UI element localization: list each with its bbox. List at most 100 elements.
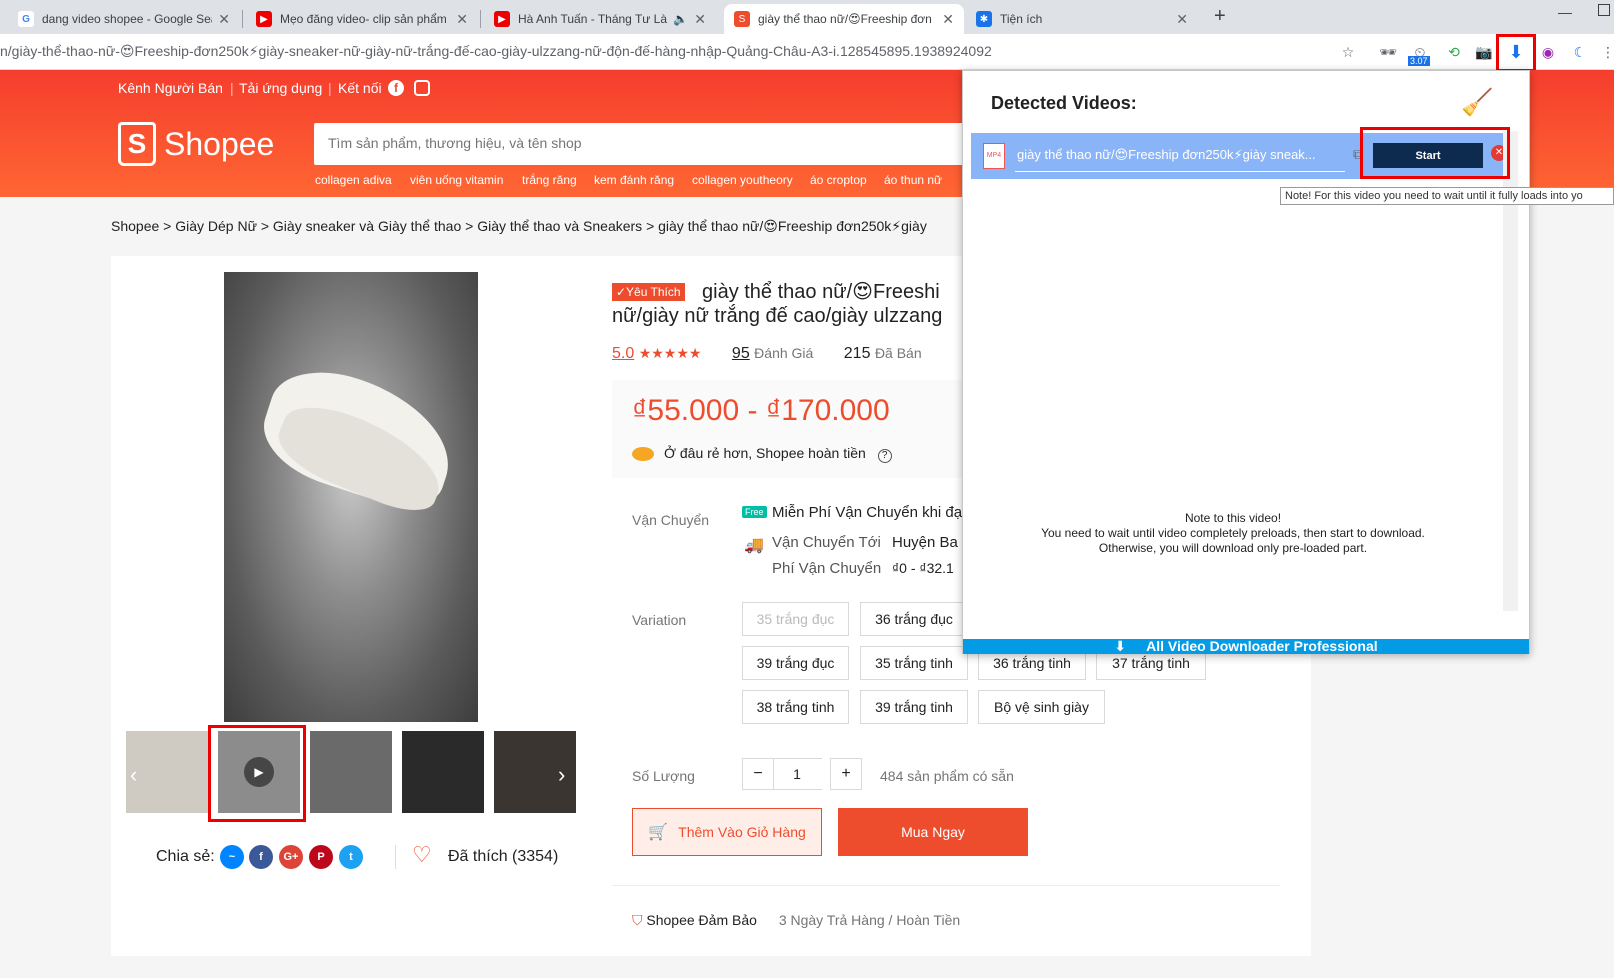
- mp4-file-icon: MP4: [983, 143, 1005, 169]
- logo-text: Shopee: [164, 125, 275, 162]
- video-name: giày thể thao nữ/😍Freeship đơn250k⚡giày …: [1017, 147, 1316, 162]
- download-app-link[interactable]: Tải ứng dụng: [239, 80, 322, 96]
- close-icon[interactable]: ✕: [456, 11, 468, 28]
- green-extension-icon[interactable]: ⟲: [1444, 42, 1464, 62]
- rating-score[interactable]: 5.0: [612, 345, 634, 362]
- guarantee-label: Shopee Đảm Bảo: [646, 912, 757, 928]
- hot-keyword[interactable]: áo croptop: [810, 173, 867, 187]
- moon-extension-icon[interactable]: ☾: [1570, 42, 1590, 62]
- variation-label: Variation: [632, 612, 687, 628]
- tab-title: Mẹo đăng video- clip sản phẩm: [280, 12, 447, 26]
- quantity-decrease-button[interactable]: −: [742, 758, 774, 790]
- product-thumbnail[interactable]: [310, 731, 392, 813]
- note-line: Otherwise, you will download only pre-lo…: [1098, 541, 1368, 555]
- footer-label: All Video Downloader Professional: [1146, 638, 1378, 654]
- quantity-increase-button[interactable]: +: [830, 758, 862, 790]
- quantity-input[interactable]: 1: [772, 758, 822, 790]
- googleplus-icon[interactable]: G+: [279, 845, 303, 869]
- tab-title: dang video shopee - Google Sea: [42, 12, 213, 26]
- refund-text: Ở đâu rẻ hơn, Shopee hoàn tiền: [664, 445, 866, 461]
- product-main-image[interactable]: [224, 272, 478, 722]
- variation-option[interactable]: Bộ vệ sinh giày: [978, 690, 1105, 724]
- popup-footer[interactable]: ⬇ All Video Downloader Professional: [963, 639, 1529, 654]
- facebook-icon[interactable]: f: [249, 845, 273, 869]
- camera-icon[interactable]: 📷: [1474, 42, 1494, 62]
- shopee-icon: S: [734, 11, 750, 27]
- speaker-icon[interactable]: 🔈: [673, 12, 688, 26]
- twitter-icon[interactable]: t: [339, 845, 363, 869]
- tab-google-search[interactable]: G dang video shopee - Google Sea ✕: [8, 4, 240, 34]
- tab-title: Tiện ích: [1000, 12, 1043, 26]
- tab-extensions[interactable]: ✱ Tiện ích ✕: [966, 4, 1198, 34]
- address-bar: n/giày-thể-thao-nữ-😍Freeship-đơn250k⚡già…: [0, 34, 1614, 70]
- seller-center-link[interactable]: Kênh Người Bán: [118, 80, 223, 96]
- buy-now-button[interactable]: Mua Ngay: [838, 808, 1028, 856]
- tab-youtube-tips[interactable]: ▶ Mẹo đăng video- clip sản phẩm ✕: [246, 4, 478, 34]
- help-icon[interactable]: ?: [877, 449, 892, 463]
- product-title-line1: giày thể thao nữ/😍Freeshi: [702, 281, 940, 303]
- close-icon[interactable]: ✕: [1176, 11, 1188, 28]
- product-thumbnail[interactable]: [402, 731, 484, 813]
- facebook-icon[interactable]: f: [388, 80, 404, 96]
- youtube-icon: ▶: [494, 11, 510, 27]
- instagram-icon[interactable]: [414, 80, 430, 96]
- tab-shopee-product[interactable]: S giày thể thao nữ/😍Freeship đơn ✕: [724, 4, 964, 34]
- incognito-extension-icon[interactable]: 🕶: [1378, 42, 1398, 62]
- hot-keyword[interactable]: collagen youtheory: [692, 173, 793, 187]
- rating-stars: ★★★★★: [638, 345, 702, 361]
- tab-title: giày thể thao nữ/😍Freeship đơn: [758, 12, 932, 26]
- pinterest-icon[interactable]: P: [309, 845, 333, 869]
- add-to-cart-button[interactable]: 🛒 Thêm Vào Giỏ Hàng: [632, 808, 822, 856]
- next-image-icon[interactable]: ›: [558, 762, 565, 788]
- liked-count: Đã thích (3354): [448, 848, 559, 865]
- menu-icon[interactable]: ⋮: [1598, 42, 1614, 62]
- breadcrumb[interactable]: Shopee > Giày Dép Nữ > Giày sneaker và G…: [111, 218, 927, 235]
- variation-option[interactable]: 35 trắng tinh: [860, 646, 968, 680]
- refund-icon: [632, 447, 654, 462]
- shopee-bag-icon: S: [118, 122, 156, 166]
- product-thumbnail[interactable]: [126, 731, 208, 813]
- speed-extension-icon[interactable]: 3.07 ⏲: [1408, 42, 1430, 66]
- minimize-button[interactable]: —: [1558, 4, 1572, 20]
- ship-fee-label: Phí Vận Chuyển: [772, 560, 882, 577]
- ship-to-label: Vận Chuyển Tới: [772, 534, 881, 551]
- new-tab-button[interactable]: +: [1214, 5, 1226, 28]
- product-title: giày thể thao nữ/😍Freeshi nữ/giày nữ trắ…: [612, 280, 972, 328]
- reviews-count[interactable]: 95: [732, 345, 750, 362]
- search-input[interactable]: Tìm sản phẩm, thương hiệu, và tên shop: [314, 123, 994, 165]
- browser-tab-bar: G dang video shopee - Google Sea ✕ ▶ Mẹo…: [0, 0, 1614, 34]
- heart-icon[interactable]: ♡: [412, 842, 432, 868]
- highlight-box: [1496, 34, 1536, 72]
- shopee-logo[interactable]: S Shopee: [118, 122, 274, 166]
- popup-title: Detected Videos:: [991, 93, 1137, 113]
- bookmark-star-icon[interactable]: ☆: [1338, 42, 1358, 62]
- variation-option[interactable]: 38 trắng tinh: [742, 690, 849, 724]
- hot-keyword[interactable]: áo thun nữ: [884, 173, 942, 187]
- ship-to-location[interactable]: Huyện Ba: [892, 534, 958, 551]
- hot-keyword[interactable]: collagen adiva: [315, 173, 392, 187]
- add-to-cart-label: Thêm Vào Giỏ Hàng: [678, 824, 806, 840]
- hot-keyword[interactable]: trắng răng: [522, 173, 577, 187]
- guarantee-detail: 3 Ngày Trả Hàng / Hoàn Tiền: [778, 912, 961, 928]
- connect-label: Kết nối: [338, 80, 382, 96]
- quantity-label: Số Lượng: [632, 768, 695, 784]
- variation-option[interactable]: 39 trắng tinh: [860, 690, 968, 724]
- close-icon[interactable]: ✕: [942, 11, 954, 28]
- hot-keyword[interactable]: viên uống vitamin: [410, 173, 503, 187]
- close-icon[interactable]: ✕: [218, 11, 230, 28]
- puzzle-icon: ✱: [976, 11, 992, 27]
- broom-icon[interactable]: 🧹: [1461, 87, 1493, 118]
- maximize-button[interactable]: [1598, 4, 1610, 16]
- share-label: Chia sẻ:: [156, 848, 215, 865]
- prev-image-icon[interactable]: ‹: [130, 762, 137, 788]
- rating-row: 5.0 ★★★★★ 95 Đánh Giá 215 Đã Bán: [612, 345, 922, 363]
- variation-option[interactable]: 36 trắng đục: [860, 602, 968, 636]
- url-field[interactable]: n/giày-thể-thao-nữ-😍Freeship-đơn250k⚡già…: [0, 43, 992, 60]
- variation-option[interactable]: 39 trắng đục: [742, 646, 849, 680]
- messenger-icon[interactable]: ~: [220, 845, 244, 869]
- highlight-box: [208, 725, 306, 822]
- close-icon[interactable]: ✕: [694, 11, 706, 28]
- hot-keyword[interactable]: kem đánh răng: [594, 173, 674, 187]
- tab-youtube-music[interactable]: ▶ Hà Anh Tuấn - Tháng Tư Là Lời 🔈 ✕: [484, 4, 716, 34]
- purple-extension-icon[interactable]: ◉: [1538, 42, 1558, 62]
